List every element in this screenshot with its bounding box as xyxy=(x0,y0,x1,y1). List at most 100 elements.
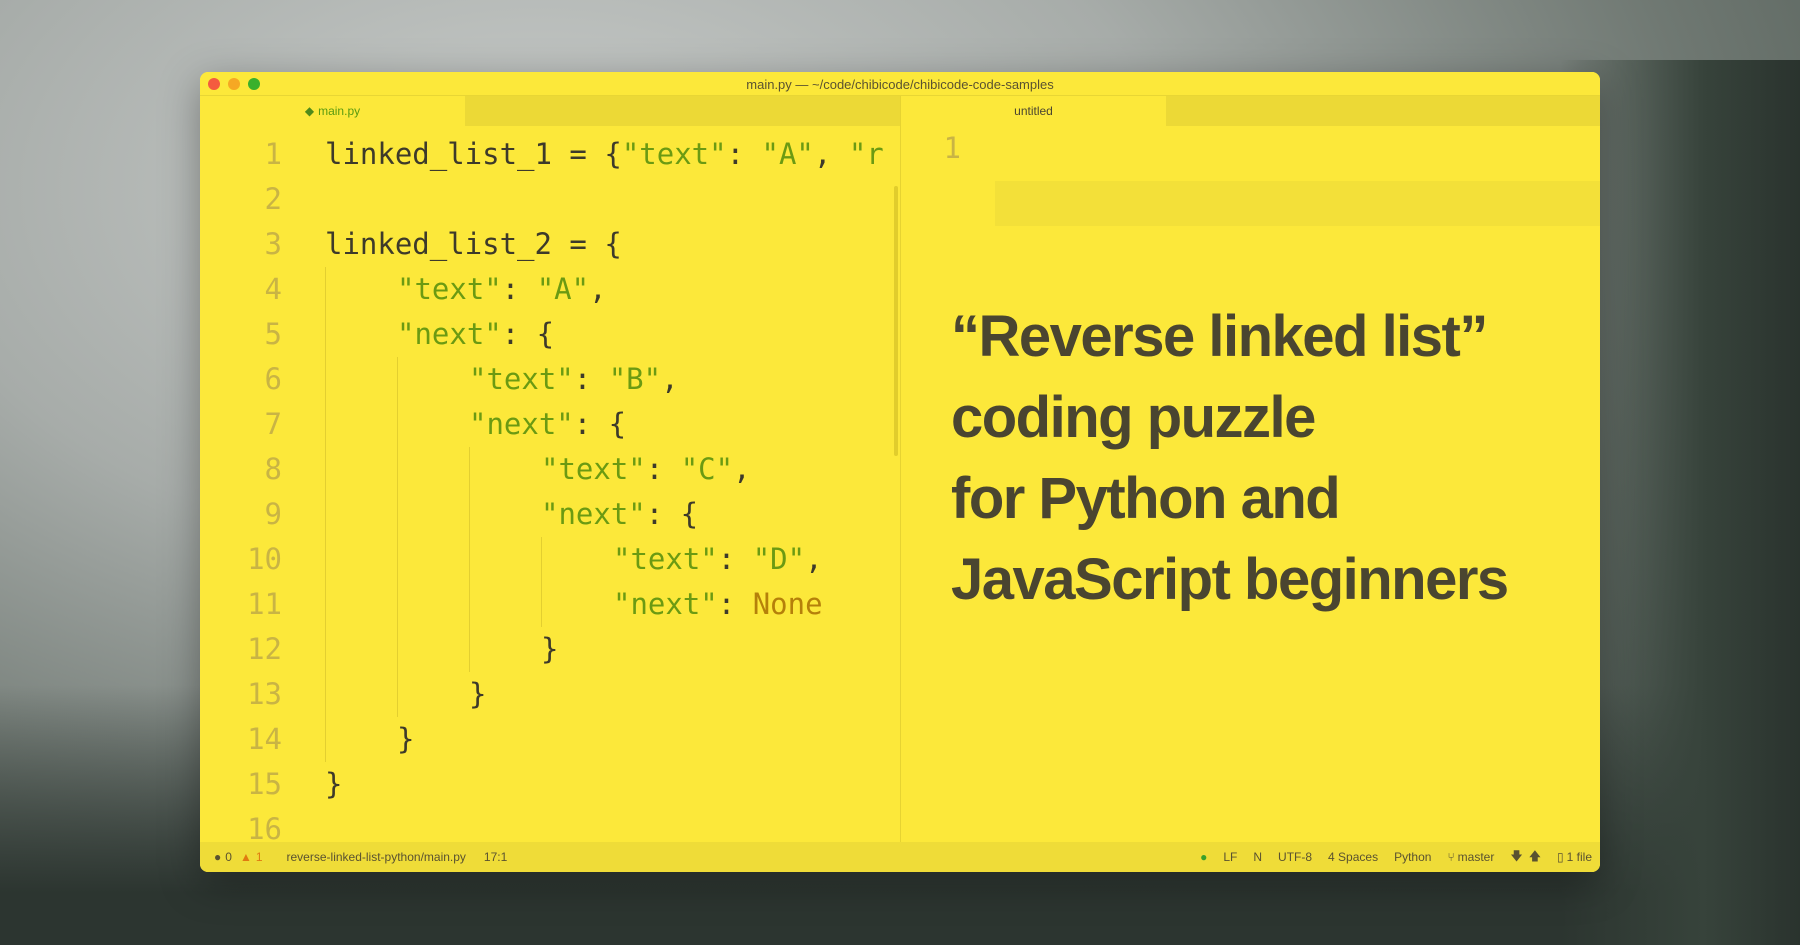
line-number: 7 xyxy=(264,407,282,441)
code-token: , xyxy=(805,542,823,576)
line-number: 5 xyxy=(264,317,282,351)
code-token: linked_list_2 = { xyxy=(325,227,622,261)
string-token: "next" xyxy=(397,317,502,351)
code-token: : { xyxy=(645,497,699,531)
vertical-scrollbar[interactable] xyxy=(894,186,898,456)
tab-bar-right: untitled xyxy=(901,96,1600,126)
code-line: "next": { xyxy=(469,402,626,447)
headline-line: for Python and xyxy=(951,466,1341,531)
code-line: } xyxy=(397,717,414,762)
string-token: "A" xyxy=(761,137,814,171)
code-token: } xyxy=(397,722,415,756)
line-number: 14 xyxy=(247,722,282,756)
code-token: : xyxy=(717,542,753,576)
code-line: "text": "D", xyxy=(613,537,823,582)
line-number: 2 xyxy=(264,182,282,216)
code-line: } xyxy=(469,672,486,717)
cursor-position[interactable]: 17:1 xyxy=(484,850,507,864)
indent-guide xyxy=(325,267,326,762)
line-ending[interactable]: LF xyxy=(1223,850,1237,864)
title-bar: main.py — ~/code/chibicode/chibicode-cod… xyxy=(200,72,1600,96)
string-token: "text" xyxy=(469,362,574,396)
code-editor-right[interactable]: 1 “Reverse linked list” coding puzzle fo… xyxy=(901,126,1600,842)
string-token: "r xyxy=(848,137,884,171)
string-token: "D" xyxy=(752,542,806,576)
tab-untitled[interactable]: untitled xyxy=(901,96,1166,126)
string-token: "text" xyxy=(621,137,727,171)
indent-guide xyxy=(541,537,542,627)
line-number: 11 xyxy=(247,587,282,621)
code-token: , xyxy=(661,362,679,396)
git-status-dot-icon: ● xyxy=(1200,850,1208,864)
window-title: main.py — ~/code/chibicode/chibicode-cod… xyxy=(746,77,1054,92)
indent-guide xyxy=(397,357,398,717)
status-n[interactable]: N xyxy=(1253,850,1262,864)
string-token: "A" xyxy=(536,272,590,306)
tab-main-py[interactable]: ◆ main.py xyxy=(200,96,465,126)
string-token: "next" xyxy=(469,407,574,441)
code-token: : xyxy=(501,272,537,306)
warning-icon: ▲ xyxy=(239,850,252,864)
line-number: 12 xyxy=(247,632,282,666)
code-token: : { xyxy=(573,407,627,441)
code-line: "next": { xyxy=(541,492,698,537)
code-token: } xyxy=(325,767,343,801)
editor-window: main.py — ~/code/chibicode/chibicode-cod… xyxy=(200,72,1600,872)
code-token: : { xyxy=(501,317,555,351)
code-token: } xyxy=(469,677,487,711)
code-token: : xyxy=(645,452,681,486)
code-token: } xyxy=(541,632,559,666)
string-token: "text" xyxy=(613,542,718,576)
code-line: "text": "A", xyxy=(397,267,607,312)
language-mode[interactable]: Python xyxy=(1394,850,1431,864)
warning-count[interactable]: 1 xyxy=(256,850,263,864)
string-token: "B" xyxy=(608,362,662,396)
changed-files[interactable]: 1 file xyxy=(1567,850,1592,864)
tab-label: untitled xyxy=(1014,104,1053,118)
file-path[interactable]: reverse-linked-list-python/main.py xyxy=(287,850,466,864)
tab-bar-left: ◆ main.py xyxy=(200,96,900,126)
current-line-highlight xyxy=(995,181,1600,226)
git-branch-icon: ⑂ xyxy=(1447,850,1455,864)
line-number: 1 xyxy=(943,131,961,165)
line-number: 8 xyxy=(264,452,282,486)
code-token: : xyxy=(573,362,609,396)
code-line: linked_list_2 = { xyxy=(325,222,622,267)
headline-line: coding puzzle xyxy=(951,385,1316,450)
line-number: 1 xyxy=(264,137,282,171)
string-token: "C" xyxy=(680,452,734,486)
encoding[interactable]: UTF-8 xyxy=(1278,850,1312,864)
keyword-token: None xyxy=(752,587,823,621)
push-icon[interactable]: 🡅 xyxy=(1529,847,1541,868)
fetch-icon[interactable]: 🡇 xyxy=(1510,847,1522,868)
indentation[interactable]: 4 Spaces xyxy=(1328,850,1378,864)
code-line: "next": { xyxy=(397,312,554,357)
git-branch[interactable]: master xyxy=(1458,850,1495,864)
indent-guide xyxy=(469,447,470,672)
code-editor-left[interactable]: 1 linked_list_1 = {"text": "A", "r 2 3 linke… xyxy=(200,126,900,846)
headline: “Reverse linked list” coding puzzle for … xyxy=(951,296,1509,620)
code-line: linked_list_1 = {"text": "A", "r xyxy=(325,132,884,177)
error-icon: ● xyxy=(214,850,222,864)
string-token: "next" xyxy=(613,587,718,621)
line-number: 13 xyxy=(247,677,282,711)
code-token: linked_list_1 = { xyxy=(325,137,622,171)
string-token: "next" xyxy=(541,497,646,531)
string-token: "text" xyxy=(397,272,502,306)
headline-line: JavaScript beginners xyxy=(951,547,1509,612)
code-token: , xyxy=(813,137,849,171)
diff-file-icon: ▯ xyxy=(1557,850,1564,864)
line-number: 3 xyxy=(264,227,282,261)
code-line: } xyxy=(541,627,558,672)
code-token: , xyxy=(733,452,751,486)
headline-line: “Reverse linked list” xyxy=(951,304,1488,369)
string-token: "text" xyxy=(541,452,646,486)
line-number: 6 xyxy=(264,362,282,396)
error-count[interactable]: 0 xyxy=(225,850,232,864)
code-token: : xyxy=(726,137,762,171)
line-number: 10 xyxy=(247,542,282,576)
code-line: } xyxy=(325,762,342,807)
code-line: "next": None xyxy=(613,582,823,627)
status-bar: ● 0 ▲ 1 reverse-linked-list-python/main.… xyxy=(200,842,1600,872)
code-token: : xyxy=(717,587,753,621)
